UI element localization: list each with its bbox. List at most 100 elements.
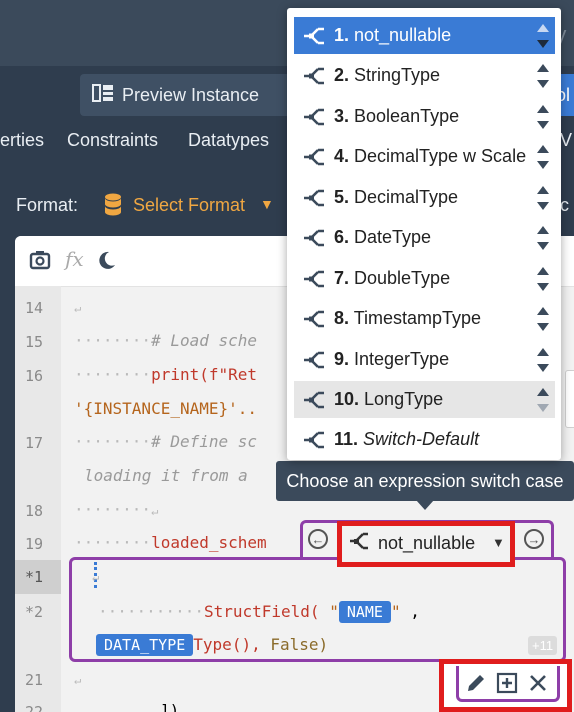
dropdown-item[interactable]: 9. IntegerType (294, 341, 555, 378)
code-line-15: ········# Load sche (74, 331, 258, 350)
tab-datatypes[interactable]: Datatypes (188, 130, 269, 151)
tooltip-arrow (416, 500, 434, 510)
line-number: 17 (25, 434, 44, 452)
code-line-16-cont: '{INSTANCE_NAME}'.. (74, 399, 258, 418)
switch-branch-icon (348, 530, 370, 557)
dropdown-item-number: 2. (334, 65, 350, 85)
switch-branch-icon (302, 308, 326, 335)
dropdown-item-label: DecimalType (349, 187, 459, 207)
code-line-17-cont: loading it from a (84, 466, 248, 485)
dropdown-item[interactable]: 5. DecimalType (294, 179, 555, 216)
tab-overflow[interactable]: V (560, 130, 572, 151)
dropdown-item[interactable]: 8. TimestampType (294, 300, 555, 337)
dropdown-item[interactable]: 10. LongType (294, 381, 555, 418)
switch-branch-icon (302, 227, 326, 254)
data-type-parameter-chip[interactable]: DATA_TYPE (96, 634, 194, 656)
code-line-14: ↵ (74, 301, 82, 315)
dropdown-item[interactable]: 6. DateType (294, 219, 555, 256)
tab-properties[interactable]: erties (0, 130, 44, 151)
dropdown-item-number: 6. (334, 227, 350, 247)
code-line-22: ]) (160, 701, 180, 712)
dropdown-item[interactable]: 4. DecimalType w Scale (294, 138, 555, 175)
action-buttons (456, 666, 560, 702)
dropdown-item-label: StringType (349, 65, 441, 85)
dropdown-item[interactable]: 7. DoubleType (294, 260, 555, 297)
reorder-handle-icon[interactable] (536, 102, 550, 132)
preview-instance-label: Preview Instance (122, 84, 260, 105)
dropdown-item[interactable]: 11. Switch-Default (294, 421, 555, 458)
reorder-handle-icon[interactable] (536, 264, 550, 294)
dropdown-item-number: 8. (334, 308, 350, 328)
dropdown-item-label: IntegerType (349, 349, 450, 369)
previous-case-icon[interactable]: ← (308, 529, 328, 549)
side-panel-edge (565, 370, 574, 428)
dropdown-item-number: 5. (334, 187, 350, 207)
preview-instance-button[interactable]: Preview Instance (80, 74, 294, 116)
add-box-icon[interactable] (496, 672, 518, 699)
chevron-down-icon[interactable]: ▼ (260, 196, 274, 212)
switch-branch-icon (302, 349, 326, 376)
code-line-21: ↵ (74, 673, 82, 687)
close-icon[interactable] (527, 672, 549, 699)
code-line-s1: ↵ (92, 570, 100, 584)
reorder-handle-icon[interactable] (536, 385, 550, 415)
line-number: 22 (25, 703, 44, 712)
reorder-handle-icon[interactable] (536, 61, 550, 91)
dropdown-item-number: 9. (334, 349, 350, 369)
preview-layout-icon (92, 83, 114, 108)
line-number: 19 (25, 535, 44, 553)
tab-constraints[interactable]: Constraints (67, 130, 158, 151)
dropdown-item[interactable]: 1. not_nullable (294, 17, 555, 54)
switch-branch-icon (302, 146, 326, 173)
function-icon[interactable]: fx (65, 247, 84, 271)
line-number: 14 (25, 299, 44, 317)
code-line-17: ········# Define sc (74, 432, 258, 451)
line-number: 21 (25, 671, 44, 689)
name-parameter-chip[interactable]: NAME (338, 601, 391, 623)
dropdown-item-label: LongType (359, 389, 444, 409)
dropdown-item-label: DecimalType w Scale (349, 146, 527, 166)
screenshot-icon[interactable] (29, 249, 51, 276)
code-line-18: ········↵ (74, 500, 159, 519)
dropdown-item-number: 3. (334, 106, 350, 126)
dropdown-item-label: DoubleType (349, 268, 451, 288)
database-icon (104, 193, 122, 222)
switch-case-select[interactable]: not_nullable ▼ (337, 521, 515, 567)
switch-branch-icon (302, 268, 326, 295)
dropdown-item-number: 1. (334, 25, 350, 45)
line-number: 16 (25, 367, 44, 385)
dropdown-item-label: Switch-Default (358, 429, 480, 449)
switch-branch-icon (302, 106, 326, 133)
dropdown-item-label: TimestampType (349, 308, 482, 328)
switch-selected-label: not_nullable (378, 533, 476, 553)
reorder-handle-icon[interactable] (536, 223, 550, 253)
code-line-16: ········print(f"Ret (74, 365, 258, 384)
switch-branch-icon (302, 429, 326, 456)
switch-branch-icon (302, 389, 326, 416)
select-format-dropdown[interactable]: Select Format (133, 195, 245, 216)
moon-icon[interactable] (95, 249, 117, 276)
switch-branch-icon (302, 65, 326, 92)
reorder-handle-icon[interactable] (536, 183, 550, 213)
more-badge[interactable]: +11 (528, 636, 558, 655)
dropdown-item-label: not_nullable (349, 25, 452, 45)
reorder-handle-icon[interactable] (536, 345, 550, 375)
code-line-s3: DATA_TYPE Type(), False) (96, 634, 328, 656)
reorder-handle-icon[interactable] (536, 304, 550, 334)
line-number: 15 (25, 333, 44, 351)
format-label: Format: (16, 195, 79, 215)
reorder-handle-icon[interactable] (536, 21, 550, 51)
switch-case-dropdown: 1. not_nullable 2. StringType 3. BooleanTy… (287, 8, 561, 460)
next-case-icon[interactable]: → (524, 529, 544, 549)
dropdown-item[interactable]: 3. BooleanType (294, 98, 555, 135)
chevron-down-icon: ▼ (492, 535, 505, 550)
code-line-s2: ···········StructField( " NAME " , (98, 601, 420, 623)
switch-branch-icon (302, 25, 326, 52)
dropdown-item[interactable]: 2. StringType (294, 57, 555, 94)
edit-pencil-icon[interactable] (465, 672, 487, 699)
dropdown-item-number: 4. (334, 146, 350, 166)
dropdown-item-label: BooleanType (349, 106, 460, 126)
dropdown-item-number: 7. (334, 268, 350, 288)
reorder-handle-icon[interactable] (536, 142, 550, 172)
line-number-active: *1 (15, 560, 61, 594)
